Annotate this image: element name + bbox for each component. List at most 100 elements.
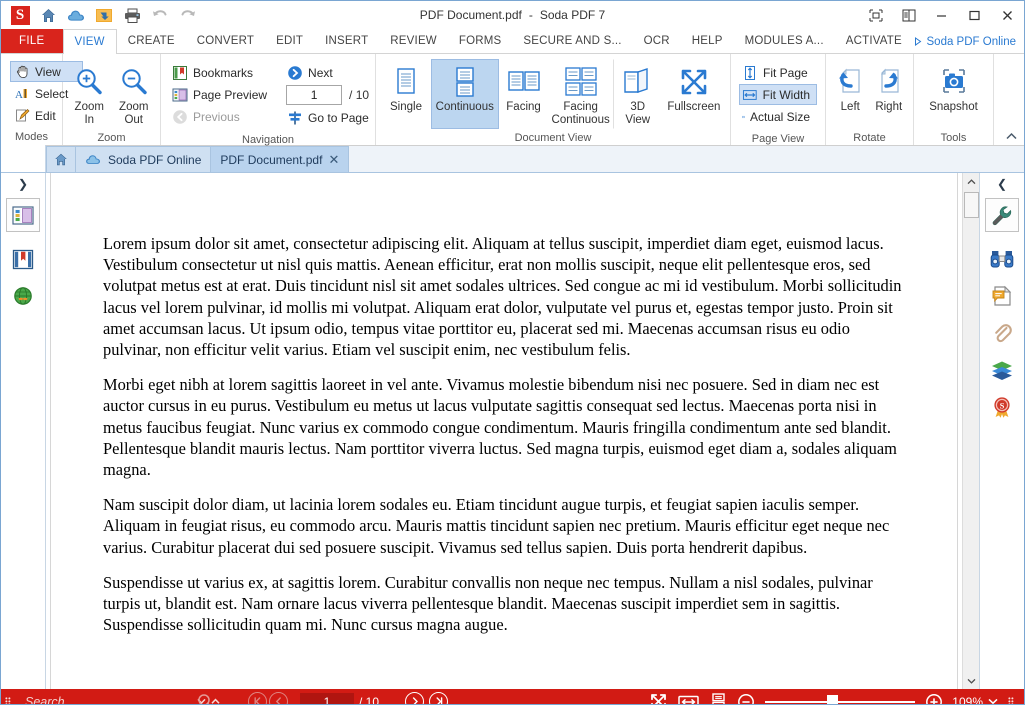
view-facing-continuous-button[interactable]: Facing Continuous bbox=[549, 59, 613, 129]
ribbon-page-indicator: / 10 bbox=[284, 84, 376, 106]
search-binoculars-icon[interactable] bbox=[985, 242, 1019, 276]
page-preview-button[interactable]: Page Preview bbox=[169, 84, 274, 105]
bookmarks-icon bbox=[173, 65, 187, 80]
zoom-in-button[interactable] bbox=[921, 689, 947, 704]
status-grip-left-icon bbox=[1, 697, 17, 704]
right-sidebar-collapse-button[interactable]: ❮ bbox=[980, 173, 1025, 195]
zoom-dropdown-button[interactable] bbox=[988, 697, 1002, 705]
rotate-left-button[interactable]: Left bbox=[831, 59, 870, 129]
restore-view-icon[interactable] bbox=[859, 2, 892, 28]
doc-tab-pdf-document[interactable]: PDF Document.pdf ✕ bbox=[211, 146, 350, 172]
status-continuous-view-button[interactable] bbox=[705, 689, 731, 704]
doc-tab-close-icon[interactable]: ✕ bbox=[328, 153, 339, 166]
ribbon-page-total: / 10 bbox=[349, 88, 370, 102]
view-continuous-button[interactable]: Continuous bbox=[430, 59, 499, 129]
home-icon[interactable] bbox=[35, 3, 61, 27]
tools-wrench-icon[interactable] bbox=[985, 198, 1019, 232]
status-fit-width-button[interactable] bbox=[673, 689, 703, 704]
tab-modules[interactable]: MODULES A... bbox=[734, 29, 835, 53]
search-input[interactable] bbox=[23, 693, 190, 704]
tab-activate[interactable]: ACTIVATE bbox=[835, 29, 913, 53]
tab-file[interactable]: FILE bbox=[1, 29, 63, 53]
vertical-scrollbar[interactable] bbox=[962, 173, 979, 689]
zoom-in-label-1: Zoom bbox=[74, 101, 104, 113]
search-box[interactable] bbox=[17, 689, 220, 704]
doc-tab-soda-pdf-online[interactable]: Soda PDF Online bbox=[76, 146, 212, 172]
status-bar: / 10 bbox=[1, 689, 1024, 705]
layers-icon[interactable] bbox=[985, 353, 1019, 387]
app-logo[interactable]: S bbox=[7, 3, 33, 27]
view-facing-continuous-label-1: Facing bbox=[563, 101, 598, 113]
3d-view-icon bbox=[621, 64, 655, 100]
search-magnifier-icon[interactable] bbox=[192, 689, 218, 704]
bookmarks-button[interactable]: Bookmarks bbox=[169, 62, 274, 83]
actual-size-button[interactable]: 100 Actual Size bbox=[739, 106, 817, 127]
view-3d-button[interactable]: 3D View bbox=[612, 59, 663, 129]
status-grip-right-icon bbox=[1004, 697, 1020, 704]
comments-icon[interactable] bbox=[985, 279, 1019, 313]
tab-create[interactable]: CREATE bbox=[117, 29, 186, 53]
group-label-tools: Tools bbox=[940, 132, 967, 144]
play-triangle-icon bbox=[914, 37, 921, 46]
pdf-page-1: Lorem ipsum dolor sit amet, consectetur … bbox=[50, 173, 958, 689]
bookmarks-icon[interactable] bbox=[6, 242, 40, 276]
cloud-download-icon[interactable] bbox=[91, 3, 117, 27]
scrollbar-thumb[interactable] bbox=[964, 192, 979, 218]
tab-forms[interactable]: FORMS bbox=[448, 29, 513, 53]
undo-icon[interactable] bbox=[147, 3, 173, 27]
attachments-paperclip-icon[interactable] bbox=[985, 316, 1019, 350]
tab-convert[interactable]: CONVERT bbox=[186, 29, 265, 53]
links-icon[interactable] bbox=[6, 279, 40, 313]
redo-icon[interactable] bbox=[175, 3, 201, 27]
status-page-input[interactable] bbox=[300, 692, 354, 704]
tab-insert[interactable]: INSERT bbox=[314, 29, 379, 53]
zoom-in-button[interactable]: Zoom In bbox=[68, 59, 111, 129]
tab-edit[interactable]: EDIT bbox=[265, 29, 314, 53]
docbar-left-spacer bbox=[1, 145, 46, 172]
soda-pdf-online-link[interactable]: Soda PDF Online bbox=[914, 29, 1016, 54]
left-sidebar-expand-button[interactable]: ❯ bbox=[1, 173, 46, 195]
chevron-down-icon bbox=[967, 678, 976, 684]
zoom-out-button[interactable]: Zoom Out bbox=[113, 59, 156, 129]
book-view-icon[interactable] bbox=[892, 2, 925, 28]
signature-seal-icon[interactable]: S bbox=[985, 390, 1019, 424]
fit-width-button[interactable]: Fit Width bbox=[739, 84, 817, 105]
previous-page-button[interactable] bbox=[269, 692, 288, 704]
minimize-button[interactable] bbox=[925, 2, 958, 28]
cloud-icon[interactable] bbox=[63, 3, 89, 27]
group-label-zoom: Zoom bbox=[97, 132, 126, 144]
snapshot-button[interactable]: Snapshot bbox=[919, 59, 988, 129]
home-tab[interactable] bbox=[46, 146, 76, 172]
maximize-button[interactable] bbox=[958, 2, 991, 28]
fullscreen-button[interactable]: Fullscreen bbox=[663, 59, 725, 129]
ribbon-collapse-button[interactable] bbox=[1002, 129, 1020, 143]
status-fullscreen-button[interactable] bbox=[645, 689, 671, 704]
ribbon-page-input[interactable] bbox=[286, 85, 343, 105]
zoom-slider[interactable] bbox=[765, 689, 916, 704]
tab-ocr[interactable]: OCR bbox=[633, 29, 681, 53]
previous-page-button[interactable]: Previous bbox=[169, 106, 274, 127]
zoom-slider-thumb[interactable] bbox=[827, 695, 839, 704]
tab-review[interactable]: REVIEW bbox=[379, 29, 448, 53]
tab-help[interactable]: HELP bbox=[681, 29, 734, 53]
next-page-button[interactable] bbox=[405, 692, 425, 704]
scroll-up-button[interactable] bbox=[963, 173, 979, 190]
go-to-page-button[interactable]: Go to Page bbox=[284, 107, 376, 128]
rotate-right-button[interactable]: Right bbox=[870, 59, 909, 129]
print-icon[interactable] bbox=[119, 3, 145, 27]
next-page-button[interactable]: Next bbox=[284, 62, 376, 83]
pdf-paragraph-2: Morbi eget nibh at lorem sagittis laoree… bbox=[103, 375, 897, 480]
last-page-button[interactable] bbox=[429, 692, 449, 704]
tab-secure-and-sign[interactable]: SECURE AND S... bbox=[512, 29, 632, 53]
window-controls bbox=[859, 1, 1024, 29]
status-page-nav-forward bbox=[405, 692, 449, 704]
scroll-down-button[interactable] bbox=[963, 672, 979, 689]
view-single-button[interactable]: Single bbox=[381, 59, 431, 129]
page-preview-icon[interactable] bbox=[6, 198, 40, 232]
tab-view[interactable]: VIEW bbox=[62, 29, 117, 54]
view-facing-button[interactable]: Facing bbox=[499, 59, 549, 129]
first-page-button[interactable] bbox=[248, 692, 267, 704]
fit-page-button[interactable]: Fit Page bbox=[739, 62, 817, 83]
close-button[interactable] bbox=[991, 2, 1024, 28]
zoom-out-button[interactable] bbox=[733, 689, 759, 704]
